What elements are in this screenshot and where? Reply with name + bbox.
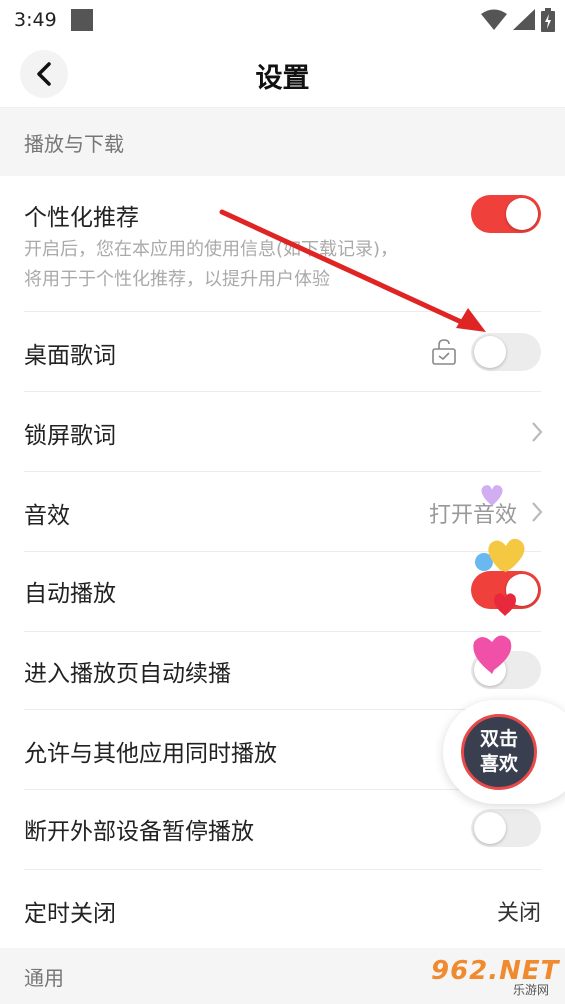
watermark-logo: 962.NET 乐游网 (425, 956, 558, 997)
chevron-right-icon (532, 422, 543, 442)
notification-icon (70, 9, 93, 31)
wifi-icon (481, 9, 507, 30)
toggle-personalized[interactable] (471, 195, 541, 233)
status-time: 3:49 (14, 9, 57, 31)
toggle-knob (474, 812, 506, 844)
double-tap-label-line1: 双击 (479, 728, 518, 750)
lock-icon (432, 339, 456, 365)
signal-icon (513, 9, 535, 30)
setting-row-desktop-lyrics: 桌面歌词 (0, 312, 565, 392)
toggle-knob (474, 336, 506, 368)
page-title: 设置 (255, 63, 310, 94)
battery-icon (541, 8, 555, 32)
setting-row-autoplay: 自动播放 (0, 552, 565, 632)
setting-label: 断开外部设备暂停播放 (24, 819, 254, 845)
chevron-right-icon (532, 502, 543, 522)
setting-row-personalized: 个性化推荐 开启后，您在本应用的使用信息(如下载记录)， 将用于于个性化推荐，以… (0, 176, 565, 312)
setting-label: 定时关闭 (24, 901, 116, 927)
toggle-desktop-lyrics[interactable] (471, 333, 541, 371)
double-tap-like-button[interactable]: 双击 喜欢 (443, 700, 565, 804)
toggle-knob (506, 198, 538, 230)
setting-row-auto-continue: 进入播放页自动续播 (0, 632, 565, 710)
section-header-playback: 播放与下载 (0, 108, 565, 176)
toggle-pause-on-disconnect[interactable] (471, 809, 541, 847)
setting-label: 音效 (24, 503, 70, 529)
toggle-autoplay[interactable] (471, 571, 541, 609)
setting-label: 进入播放页自动续播 (24, 661, 231, 687)
toggle-knob (506, 574, 538, 606)
setting-description-line1: 开启后，您在本应用的使用信息(如下载记录)， (24, 239, 399, 260)
album-disc: 双击 喜欢 (461, 714, 537, 790)
watermark-subtext: 乐游网 (512, 983, 549, 997)
setting-value: 打开音效 (428, 503, 517, 528)
status-bar: 3:49 (0, 0, 565, 40)
setting-row-sleep-timer[interactable]: 定时关闭 关闭 (0, 870, 565, 948)
setting-description-line2: 将用于于个性化推荐，以提升用户体验 (24, 269, 330, 290)
setting-label: 桌面歌词 (24, 343, 116, 369)
setting-label: 允许与其他应用同时播放 (24, 741, 277, 767)
double-tap-label-line2: 喜欢 (479, 753, 518, 775)
setting-value: 关闭 (496, 901, 541, 926)
setting-row-lockscreen-lyrics[interactable]: 锁屏歌词 (0, 392, 565, 472)
toggle-knob (474, 654, 506, 686)
header: 设置 (0, 40, 565, 108)
setting-label: 自动播放 (24, 581, 116, 607)
setting-label: 锁屏歌词 (24, 423, 116, 449)
setting-row-sound-effect[interactable]: 音效 打开音效 (0, 472, 565, 552)
status-icons (481, 8, 555, 32)
setting-label: 个性化推荐 (24, 205, 139, 231)
toggle-auto-continue[interactable] (471, 651, 541, 689)
